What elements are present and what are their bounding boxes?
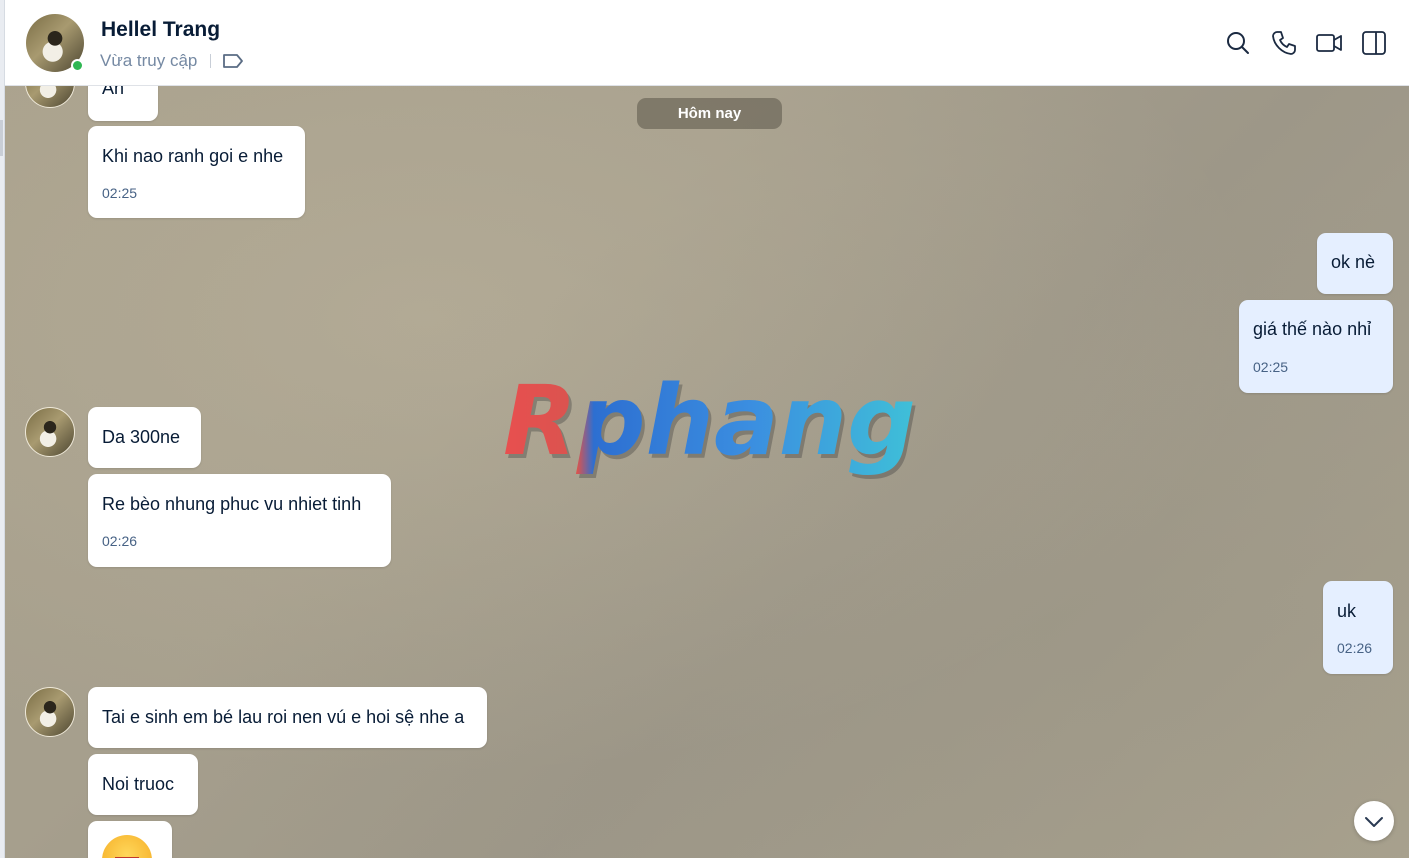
message-text: Noi truoc xyxy=(102,774,175,794)
chat-header: Hellel Trang Vừa truy cập xyxy=(5,0,1409,86)
chat-window: Hellel Trang Vừa truy cập Hôm nay Rphang… xyxy=(0,0,1409,858)
contact-name[interactable]: Hellel Trang xyxy=(101,18,220,42)
message-time: 02:25 xyxy=(102,185,138,201)
contact-avatar-small[interactable] xyxy=(25,86,75,108)
message-text: Re bèo nhung phuc vu nhiet tinh xyxy=(102,494,362,514)
contact-avatar-small[interactable] xyxy=(25,407,75,457)
message-bubble-sent[interactable]: giá thế nào nhỉ 02:25 xyxy=(1239,300,1393,393)
video-call-button[interactable] xyxy=(1314,28,1344,58)
chevron-down-icon xyxy=(1365,817,1383,827)
date-divider: Hôm nay xyxy=(637,98,782,129)
message-bubble[interactable]: Da 300ne xyxy=(88,407,201,468)
message-bubble[interactable]: Re bèo nhung phuc vu nhiet tinh 02:26 xyxy=(88,474,391,567)
message-text: Ah xyxy=(102,86,125,98)
message-time: 02:25 xyxy=(1253,359,1289,375)
search-icon xyxy=(1227,32,1249,54)
voice-call-button[interactable] xyxy=(1269,28,1299,58)
message-time: 02:26 xyxy=(1337,640,1373,656)
message-text: Tai e sinh em bé lau roi nen vú e hoi sệ… xyxy=(102,707,465,727)
message-bubble[interactable]: Noi truoc xyxy=(88,754,198,815)
contact-status: Vừa truy cập xyxy=(100,51,198,70)
sidebar-toggle-icon xyxy=(1362,31,1386,55)
message-bubble[interactable]: Tai e sinh em bé lau roi nen vú e hoi sệ… xyxy=(88,687,487,748)
message-time: 02:26 xyxy=(102,533,138,549)
online-status-dot xyxy=(71,59,84,72)
message-bubble-sent[interactable]: uk 02:26 xyxy=(1323,581,1393,674)
message-text: giá thế nào nhỉ xyxy=(1253,319,1372,339)
scroll-tick xyxy=(0,120,3,156)
message-bubble-sent[interactable]: ok nè xyxy=(1317,233,1393,294)
message-text: Da 300ne xyxy=(102,427,181,447)
conversation-info-button[interactable] xyxy=(1359,28,1389,58)
laughing-emoji-icon xyxy=(102,835,152,858)
scroll-to-bottom-button[interactable] xyxy=(1354,801,1394,841)
status-divider xyxy=(210,54,211,68)
message-bubble[interactable]: Khi nao ranh goi e nhe 02:25 xyxy=(88,126,305,218)
video-call-icon xyxy=(1316,34,1342,52)
rphang-watermark-logo: Rphang Rphang xyxy=(503,372,919,481)
sticker-bubble[interactable] xyxy=(88,821,172,858)
phone-icon xyxy=(1272,31,1296,55)
svg-text:Rphang: Rphang xyxy=(503,372,916,477)
message-bubble[interactable]: Ah xyxy=(88,86,158,121)
search-button[interactable] xyxy=(1223,28,1253,58)
message-text: uk xyxy=(1337,601,1357,621)
tag-icon[interactable] xyxy=(222,52,244,70)
message-text: Khi nao ranh goi e nhe xyxy=(102,146,284,166)
message-list[interactable]: Hôm nay Rphang Rphang Ah Khi nao ranh go… xyxy=(5,86,1409,858)
contact-avatar-small[interactable] xyxy=(25,687,75,737)
message-text: ok nè xyxy=(1331,252,1376,272)
